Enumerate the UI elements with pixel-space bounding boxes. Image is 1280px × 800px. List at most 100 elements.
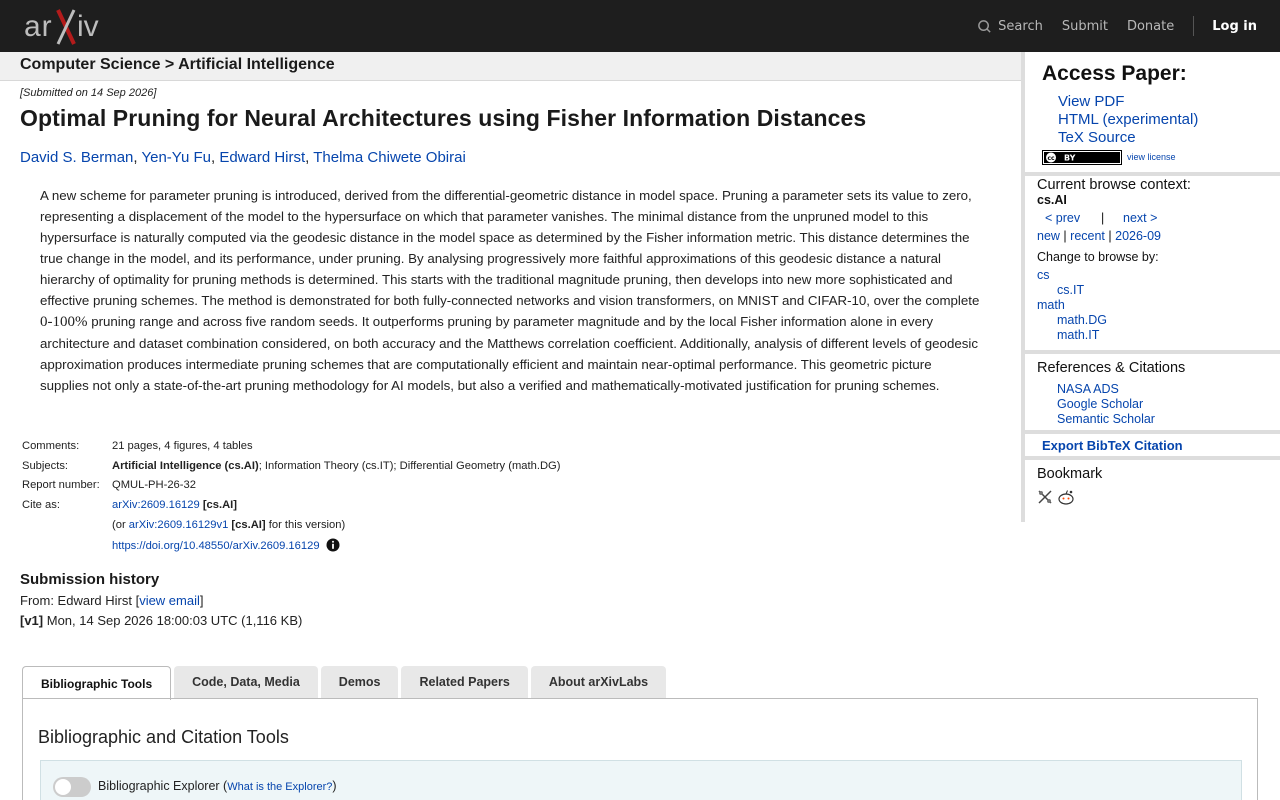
- version-text: Mon, 14 Sep 2026 18:00:03 UTC (1,116 KB): [43, 613, 303, 628]
- new-link[interactable]: new: [1037, 229, 1060, 243]
- google-scholar-link[interactable]: Google Scholar: [1057, 397, 1143, 411]
- version-entry: [v1] Mon, 14 Sep 2026 18:00:03 UTC (1,11…: [20, 613, 620, 628]
- author-list: David S. Berman, Yen-Yu Fu, Edward Hirst…: [20, 149, 466, 166]
- prev-next-separator: |: [1101, 211, 1105, 225]
- tab-related-papers[interactable]: Related Papers: [401, 666, 528, 698]
- explorer-label-text: Bibliographic Explorer (: [98, 779, 228, 793]
- view-pdf-link[interactable]: View PDF: [1058, 93, 1124, 110]
- tab-code-data-media[interactable]: Code, Data, Media: [174, 666, 318, 698]
- comments-label: Comments:: [22, 440, 80, 452]
- references-heading: References & Citations: [1037, 360, 1186, 376]
- access-paper-heading: Access Paper:: [1042, 62, 1187, 85]
- abstract-math: 0-100%: [40, 314, 88, 330]
- svg-text:cc: cc: [1048, 155, 1056, 162]
- cite-id-link[interactable]: arXiv:2609.16129: [112, 499, 200, 511]
- reddit-icon[interactable]: [1057, 489, 1075, 505]
- explorer-label-close: ): [332, 779, 337, 793]
- bookmark-icons: [1037, 489, 1075, 505]
- author-link[interactable]: Thelma Chiwete Obirai: [313, 149, 466, 166]
- context-value: cs.AI: [1037, 193, 1067, 207]
- access-links: View PDF HTML (experimental) TeX Source: [1058, 93, 1198, 147]
- browse-math-dg-link[interactable]: math.DG: [1057, 313, 1107, 327]
- sidebar-divider: [1025, 456, 1280, 460]
- tab-demos[interactable]: Demos: [320, 666, 399, 698]
- toggle-knob: [55, 779, 71, 795]
- explorer-toggle[interactable]: [53, 777, 91, 797]
- cite-version: (or arXiv:2609.16129v1 [cs.AI] for this …: [112, 519, 345, 531]
- tex-source-link[interactable]: TeX Source: [1058, 129, 1136, 146]
- sidebar-divider: [1025, 430, 1280, 434]
- paper-title: Optimal Pruning for Neural Architectures…: [20, 105, 867, 131]
- abstract-text: A new scheme for parameter pruning is in…: [40, 188, 980, 308]
- version-tag[interactable]: [v1]: [20, 613, 43, 628]
- svg-text:ar: ar: [24, 10, 53, 43]
- explorer-box: Bibliographic Explorer (What is the Expl…: [40, 760, 1242, 800]
- submitter-close: ]: [199, 593, 204, 608]
- export-bibtex-link[interactable]: Export BibTeX Citation: [1042, 438, 1183, 453]
- search-label: Search: [998, 18, 1043, 34]
- sidebar-divider: [1025, 172, 1280, 176]
- cite-value: arXiv:2609.16129 [cs.AI]: [112, 499, 237, 511]
- breadcrumb-bar: Computer Science > Artificial Intelligen…: [0, 52, 1021, 81]
- prev-link[interactable]: < prev: [1045, 211, 1080, 225]
- nav-divider: [1193, 16, 1195, 36]
- cc-by-license-icon[interactable]: cc BY: [1042, 150, 1122, 165]
- bibsonomy-icon[interactable]: [1037, 489, 1053, 505]
- submitter-text: From: Edward Hirst [: [20, 593, 140, 608]
- tab-bar: Bibliographic Tools Code, Data, Media De…: [22, 666, 669, 700]
- login-link[interactable]: Log in: [1212, 19, 1257, 34]
- svg-text:BY: BY: [1064, 154, 1076, 163]
- sidebar: Access Paper: View PDF HTML (experimenta…: [1021, 52, 1280, 522]
- tab-bibliographic-tools[interactable]: Bibliographic Tools: [22, 666, 172, 700]
- svg-text:iv: iv: [77, 10, 99, 43]
- tab-panel-heading: Bibliographic and Citation Tools: [38, 727, 289, 747]
- info-icon[interactable]: [326, 538, 340, 552]
- cite-tag: [cs.AI]: [202, 499, 238, 512]
- author-link[interactable]: Edward Hirst: [219, 149, 305, 166]
- doi-row: https://doi.org/10.48550/arXiv.2609.1612…: [112, 538, 340, 552]
- browse-time-links: new | recent | 2026-09: [1037, 229, 1161, 243]
- semantic-scholar-link[interactable]: Semantic Scholar: [1057, 412, 1155, 426]
- search-icon: [978, 19, 991, 33]
- submission-date: [Submitted on 14 Sep 2026]: [20, 87, 157, 99]
- top-bar: ar iv Search Submit Donate Log in: [0, 0, 1280, 52]
- comments-value: 21 pages, 4 figures, 4 tables: [112, 440, 253, 452]
- next-link[interactable]: next >: [1123, 211, 1157, 225]
- tab-about-arxivlabs[interactable]: About arXivLabs: [530, 666, 667, 698]
- browse-cs-it-link[interactable]: cs.IT: [1057, 283, 1084, 297]
- browse-cs-link[interactable]: cs: [1037, 268, 1050, 282]
- submit-link[interactable]: Submit: [1062, 19, 1108, 34]
- html-link[interactable]: HTML (experimental): [1058, 111, 1198, 128]
- history-heading: Submission history: [20, 571, 160, 588]
- browse-math-it-link[interactable]: math.IT: [1057, 328, 1099, 342]
- nasa-ads-link[interactable]: NASA ADS: [1057, 382, 1119, 396]
- cite-or-prefix: (or: [112, 518, 129, 531]
- cite-v1-link[interactable]: arXiv:2609.16129v1: [129, 519, 229, 531]
- abstract-text: pruning range and across five random see…: [40, 314, 978, 393]
- author-link[interactable]: David S. Berman: [20, 149, 133, 166]
- recent-link[interactable]: recent: [1070, 229, 1105, 243]
- month-link[interactable]: 2026-09: [1115, 229, 1161, 243]
- report-label: Report number:: [22, 479, 100, 492]
- breadcrumb[interactable]: Computer Science > Artificial Intelligen…: [20, 56, 335, 74]
- separator: |: [1108, 229, 1112, 243]
- explorer-help-link[interactable]: What is the Explorer?: [227, 781, 332, 793]
- separator: |: [1063, 229, 1067, 243]
- view-license-link[interactable]: view license: [1127, 152, 1176, 162]
- context-heading: Current browse context:: [1037, 177, 1191, 193]
- change-browse-heading: Change to browse by:: [1037, 250, 1159, 264]
- sidebar-divider: [1025, 350, 1280, 354]
- abstract: A new scheme for parameter pruning is in…: [40, 185, 980, 396]
- browse-math-link[interactable]: math: [1037, 298, 1065, 312]
- arxiv-logo[interactable]: ar iv: [22, 6, 114, 48]
- tab-panel: Bibliographic and Citation Tools Bibliog…: [22, 698, 1258, 800]
- author-link[interactable]: Yen-Yu Fu: [141, 149, 211, 166]
- subjects-label: Subjects:: [22, 459, 69, 472]
- search-link[interactable]: Search: [977, 19, 1043, 34]
- donate-link[interactable]: Donate: [1127, 19, 1174, 34]
- submitter: From: Edward Hirst [view email]: [20, 593, 620, 608]
- view-email-link[interactable]: view email: [139, 593, 200, 608]
- doi-link[interactable]: https://doi.org/10.48550/arXiv.2609.1612…: [112, 540, 320, 552]
- cite-label: Cite as:: [22, 499, 60, 512]
- cite-or-suffix: for this version): [265, 518, 346, 531]
